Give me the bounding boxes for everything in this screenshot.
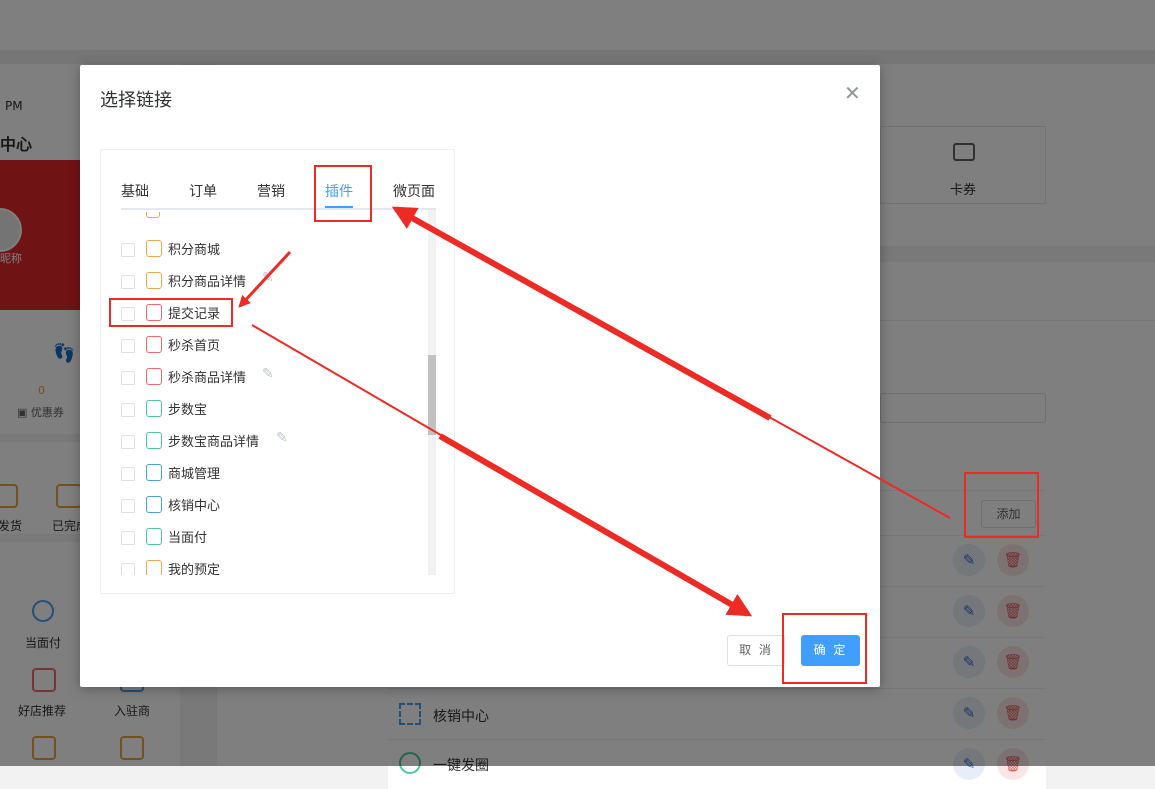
annotation-arrows — [238, 206, 951, 617]
arrow-add-to-plugin-tab-head — [391, 206, 772, 421]
arrow-tab-to-item — [238, 250, 292, 308]
arrow-item-to-confirm-head — [438, 433, 753, 617]
